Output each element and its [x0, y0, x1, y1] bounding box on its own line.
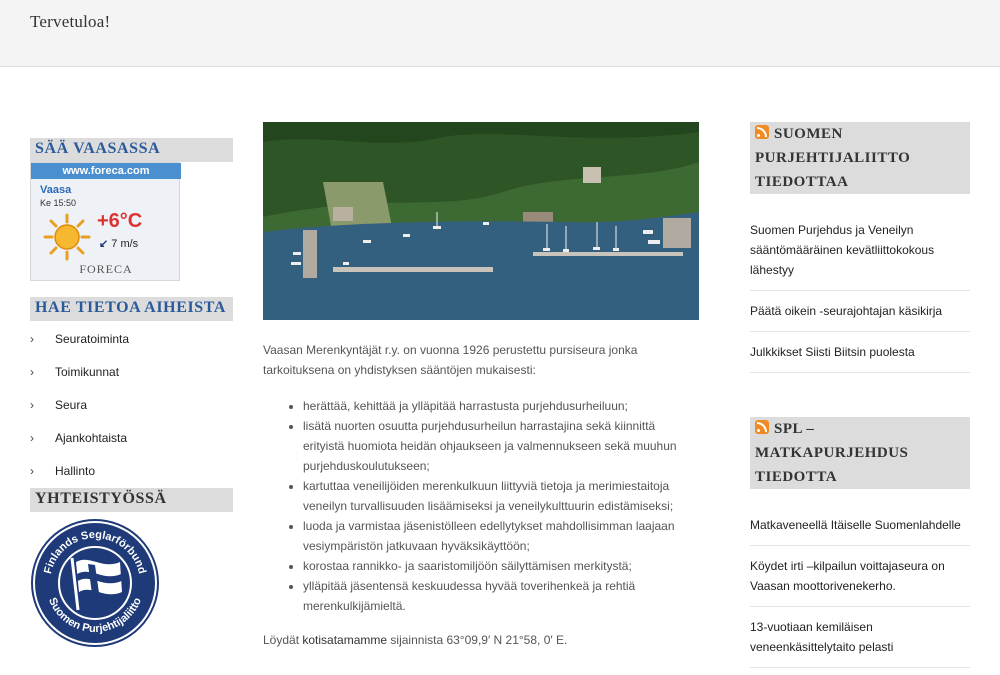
chevron-right-icon: › — [30, 398, 34, 412]
feed-item[interactable]: Köydet irti –kilpailun voittajaseura on … — [750, 546, 970, 607]
nav-item-label: Seuratoiminta — [55, 332, 130, 346]
weather-city: Vaasa — [40, 184, 72, 196]
list-item: ylläpitää jäsentensä keskuudessa hyvää t… — [303, 576, 699, 616]
feed-item[interactable]: Julkkikset Siisti Biitsin puolesta — [750, 332, 970, 373]
club-intro: Vaasan Merenkyntäjät r.y. on vuonna 1926… — [263, 343, 638, 377]
weather-temperature: +6°C — [97, 210, 143, 232]
topics-nav: › Seuratoiminta › Toimikunnat › Seura › Ajan… — [30, 329, 233, 494]
weather-wind: ↙ 7 m/s — [99, 237, 138, 250]
rss-icon[interactable] — [755, 420, 769, 434]
left-sidebar: SÄÄ VAASASSA www.foreca.com Vaasa Ke 15:… — [30, 138, 233, 653]
topics-widget-title: HAE TIETOA AIHEISTA — [30, 297, 233, 321]
feed-title-text[interactable]: SPL – MATKAPURJEHDUS TIEDOTTA — [755, 421, 908, 485]
nav-item-ajankohtaista[interactable]: › Ajankohtaista — [30, 428, 233, 461]
home-harbour-link[interactable]: kotisatamamme — [302, 633, 387, 647]
feed-title-matkapurjehdus: SPL – MATKAPURJEHDUS TIEDOTTA — [750, 417, 970, 489]
coords-suffix: sijainnista 63°09,9′ N 21°58, 0′ E. — [390, 633, 568, 647]
chevron-right-icon: › — [30, 464, 34, 478]
list-item: lisätä nuorten osuutta purjehdusurheilun… — [303, 416, 699, 476]
sun-icon — [43, 213, 91, 261]
feed-title-spl: SUOMEN PURJEHTIJALIITTO TIEDOTTAA — [750, 122, 970, 194]
nav-item-toimikunnat[interactable]: › Toimikunnat — [30, 362, 233, 395]
harbour-aerial-photo — [263, 122, 699, 320]
wind-arrow-icon: ↙ — [99, 238, 109, 250]
foreca-logo: FORECA — [79, 262, 133, 276]
list-item: korostaa rannikko- ja saaristomiljöön sä… — [303, 556, 699, 576]
nav-item-label: Hallinto — [55, 464, 96, 478]
feed-item[interactable]: Suomen Purjehdus ja Veneilyn sääntömäärä… — [750, 212, 970, 291]
top-bar: Tervetuloa! — [0, 0, 1000, 67]
feed-item[interactable]: Matkaveneellä Itäiselle Suomenlahdelle — [750, 507, 970, 546]
nav-item-label: Seura — [55, 398, 88, 412]
foreca-banner[interactable]: www.foreca.com — [31, 163, 181, 179]
nav-item-label: Ajankohtaista — [55, 431, 128, 445]
nav-item-seura[interactable]: › Seura — [30, 395, 233, 428]
list-item: kartuttaa veneilijöiden merenkulkuun lii… — [303, 476, 699, 516]
feed-list-matkapurjehdus: Matkaveneellä Itäiselle Suomenlahdelle K… — [750, 507, 970, 668]
rss-icon[interactable] — [755, 125, 769, 139]
weather-widget-title: SÄÄ VAASASSA — [30, 138, 233, 162]
chevron-right-icon: › — [30, 431, 34, 445]
nav-item-label: Toimikunnat — [55, 365, 120, 379]
home-harbour-coordinates: Löydät kotisatamamme sijainnista 63°09,9… — [263, 630, 699, 650]
feed-title-text[interactable]: SUOMEN PURJEHTIJALIITTO TIEDOTTAA — [755, 126, 910, 190]
right-sidebar: SUOMEN PURJEHTIJALIITTO TIEDOTTAA Suomen… — [750, 122, 970, 668]
chevron-right-icon: › — [30, 332, 34, 346]
main-content: Vaasan Merenkyntäjät r.y. on vuonna 1926… — [263, 122, 699, 650]
sailing-federation-emblem[interactable]: Finlands Seglarförbund Suomen Purjehtija… — [30, 518, 160, 648]
coords-prefix: Löydät — [263, 633, 300, 647]
feed-item[interactable]: Päätä oikein -seurajohtajan käsikirja — [750, 291, 970, 332]
site-title[interactable]: Tervetuloa! — [30, 12, 110, 32]
feed-list-spl: Suomen Purjehdus ja Veneilyn sääntömäärä… — [750, 212, 970, 373]
nav-item-hallinto[interactable]: › Hallinto — [30, 461, 233, 494]
weather-wind-value: 7 m/s — [111, 238, 139, 250]
list-item: herättää, kehittää ja ylläpitää harrastu… — [303, 396, 699, 416]
weather-time: Ke 15:50 — [40, 198, 77, 208]
nav-item-seuratoiminta[interactable]: › Seuratoiminta — [30, 329, 233, 362]
weather-widget[interactable]: www.foreca.com Vaasa Ke 15:50 +6°C ↙ 7 m… — [30, 162, 181, 281]
feed-item[interactable]: 13-vuotiaan kemiläisen veneenkäsittelyta… — [750, 607, 970, 668]
list-item: luoda ja varmistaa jäsenistölleen edelly… — [303, 516, 699, 556]
club-purpose-list: herättää, kehittää ja ylläpitää harrastu… — [303, 396, 699, 616]
chevron-right-icon: › — [30, 365, 34, 379]
